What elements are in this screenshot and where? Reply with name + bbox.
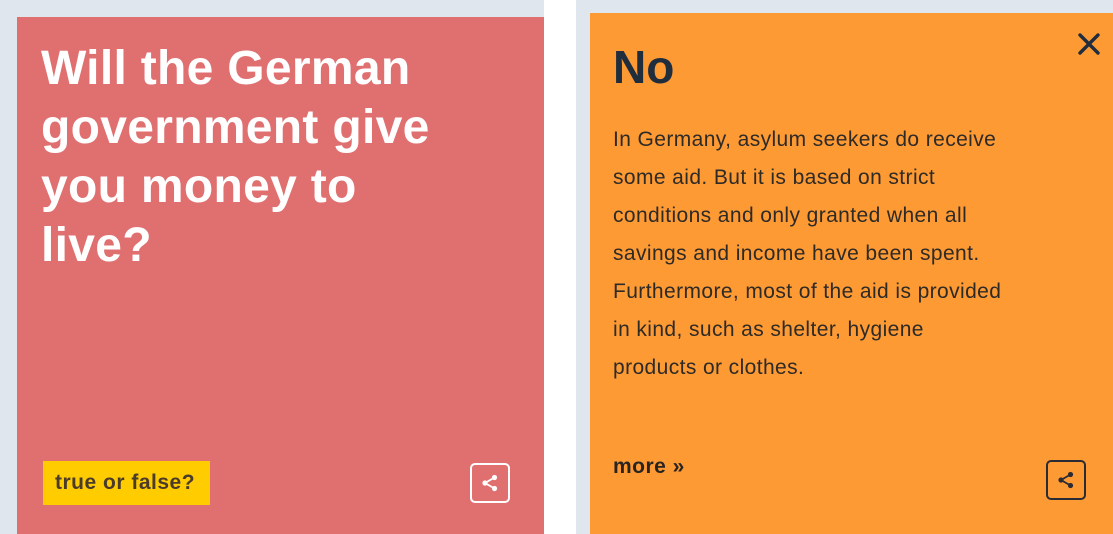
- share-button[interactable]: [470, 463, 510, 503]
- share-button[interactable]: [1046, 460, 1086, 500]
- share-icon: [482, 474, 498, 492]
- answer-card: No In Germany, asylum seekers do receive…: [590, 13, 1113, 534]
- close-button[interactable]: [1072, 27, 1106, 61]
- quiz-stage: Will the German government give you mone…: [0, 0, 1113, 534]
- question-card: Will the German government give you mone…: [17, 17, 544, 534]
- answer-title: No: [613, 41, 675, 93]
- close-icon: [1078, 33, 1100, 55]
- question-text: Will the German government give you mone…: [41, 42, 430, 272]
- answer-explanation: In Germany, asylum seekers do receive so…: [613, 128, 1002, 379]
- card-divider: [544, 0, 576, 534]
- true-or-false-badge[interactable]: true or false?: [43, 461, 211, 505]
- more-link[interactable]: more »: [613, 453, 685, 481]
- share-icon: [1058, 471, 1074, 489]
